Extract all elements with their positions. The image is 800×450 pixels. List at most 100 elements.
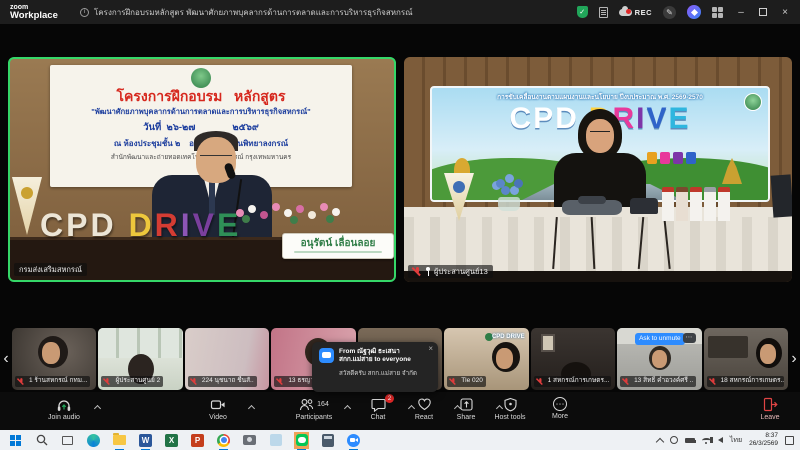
start-button[interactable]	[8, 433, 23, 448]
heart-icon	[417, 397, 432, 412]
muted-mic-icon	[623, 378, 630, 385]
desk-letter: D	[129, 207, 155, 243]
tray-status-icon[interactable]	[670, 436, 678, 444]
muted-mic-icon	[104, 378, 111, 385]
main-video-speaker[interactable]: โครงการฝึกอบรม หลักสูตร "พัฒนาศักยภาพบุค…	[8, 57, 396, 282]
speaker-glasses	[200, 155, 232, 161]
more-button[interactable]: ⋯ More	[532, 397, 588, 420]
join-audio-button[interactable]: Join audio	[36, 397, 92, 421]
headphones-icon	[56, 397, 72, 412]
ellipsis-icon: ⋯	[556, 400, 565, 409]
coordinator-glasses	[590, 131, 610, 136]
camera-app-icon[interactable]	[242, 433, 257, 448]
muted-mic-icon	[710, 378, 717, 385]
banner-letter: I	[636, 102, 646, 135]
video-button[interactable]: Video	[190, 397, 246, 421]
participant-thumbnail[interactable]: CPD DRIVE Tle 020	[444, 328, 528, 390]
minimize-button[interactable]: –	[734, 7, 748, 18]
laptop	[771, 174, 792, 217]
chat-bubble-icon	[319, 348, 334, 363]
main-video-coordinator[interactable]: การขับเคลื่อนงานตามแผนงานและนโยบาย ปีงบป…	[404, 57, 792, 282]
filmstrip-prev-icon[interactable]: ‹	[0, 350, 12, 368]
leave-door-icon	[762, 397, 778, 412]
host-tools-button[interactable]: Host tools	[482, 397, 538, 421]
participants-icon	[299, 397, 314, 412]
participant-thumbnail[interactable]: Ask to unmute ⋯ 13 สิทธิ์ คำอวงค์ศรี ..	[617, 328, 701, 390]
camera-icon	[210, 397, 226, 412]
annotate-pencil-icon[interactable]: ✎	[663, 6, 676, 19]
taskbar-apps: W X P	[8, 433, 361, 448]
banner-letter: D	[555, 102, 579, 135]
zoom-app-icon[interactable]	[346, 433, 361, 448]
language-indicator[interactable]: ไทย	[730, 435, 742, 446]
notes-app-icon[interactable]	[268, 433, 283, 448]
filmstrip-next-icon[interactable]: ›	[788, 350, 800, 368]
participant-thumbnail[interactable]: 224 นุชนาถ ชื่นสั..	[185, 328, 269, 390]
participant-thumbnail[interactable]: ผู้ประสานศูนย์ 2	[98, 328, 182, 390]
notification-center-icon[interactable]	[785, 436, 794, 445]
volume-icon[interactable]	[718, 437, 723, 443]
titlebar-actions: ✓ REC ✎ – ×	[577, 0, 792, 24]
desk-letter: I	[181, 207, 193, 243]
chevron-up-icon[interactable]	[94, 405, 101, 412]
encryption-shield-icon[interactable]: ✓	[577, 6, 588, 18]
taskbar-clock[interactable]: 8:37 26/3/2569	[749, 432, 778, 448]
participant-thumbnail[interactable]: 1 สหกรณ์การเกษตร...	[531, 328, 615, 390]
banner-top-text: การขับเคลื่อนงานตามแผนงานและนโยบาย ปีงบป…	[432, 92, 768, 102]
excel-icon[interactable]: X	[164, 433, 179, 448]
file-explorer-icon[interactable]	[112, 433, 127, 448]
banner-subtitle: "พัฒนาศักยภาพบุคลากรด้านการตลาดและการบริ…	[50, 106, 352, 118]
close-button[interactable]: ×	[778, 7, 792, 18]
banner-letter: E	[669, 102, 691, 135]
muted-mic-icon	[413, 267, 422, 276]
battery-icon[interactable]	[685, 438, 695, 443]
ask-to-unmute-button[interactable]: Ask to unmute	[635, 333, 685, 345]
chrome-icon[interactable]	[216, 433, 231, 448]
muted-mic-icon	[18, 378, 25, 385]
participant-name-label: ผู้ประสานศูนย์13	[408, 265, 493, 278]
zoom-workplace-logo: zoom Workplace	[10, 4, 80, 21]
meeting-stage: โครงการฝึกอบรม หลักสูตร "พัฒนาศักยภาพบุค…	[0, 24, 800, 392]
chat-message-preview: สวัสดีครับ สกก.แม่สาย จำกัด	[339, 368, 431, 378]
leave-button[interactable]: Leave	[742, 397, 798, 421]
desk-letter: R	[155, 207, 181, 243]
edge-icon[interactable]	[86, 433, 101, 448]
blue-flower-decoration	[496, 179, 505, 188]
pin-icon	[425, 267, 431, 276]
info-icon[interactable]: i	[80, 8, 89, 17]
task-view-icon[interactable]	[60, 433, 75, 448]
poster-text: CPD DRIVE	[492, 334, 525, 340]
chat-from-line: From ณัฐวุฒิ ธะเสนา สกก.แม่สาย to everyo…	[339, 348, 431, 364]
word-icon[interactable]: W	[138, 433, 153, 448]
hidden-icons-chevron[interactable]	[656, 437, 664, 445]
meeting-info-doc-icon[interactable]	[599, 7, 608, 18]
rec-label: REC	[635, 8, 652, 17]
desk-letter: P	[66, 207, 90, 243]
participants-button[interactable]: 164 Participants	[286, 397, 342, 421]
ai-companion-icon[interactable]	[687, 5, 701, 19]
date: 26/3/2569	[749, 440, 778, 448]
meeting-controls: Join audio Video 164	[0, 392, 800, 430]
search-icon[interactable]	[34, 433, 49, 448]
chat-notification-popup[interactable]: × From ณัฐวุฒิ ธะเสนา สกก.แม่สาย to ever…	[312, 342, 438, 392]
calculator-icon[interactable]	[320, 433, 335, 448]
meeting-title-bar: i โครงการฝึกอบรมหลักสูตร พัฒนาศักยภาพบุค…	[80, 6, 413, 19]
thumbnail-more-button[interactable]: ⋯	[683, 333, 696, 343]
line-app-icon[interactable]	[294, 433, 309, 448]
share-screen-icon	[459, 397, 474, 412]
desk-letter: C	[40, 207, 66, 243]
popup-close-icon[interactable]: ×	[428, 344, 433, 353]
shield-icon	[503, 397, 518, 412]
meeting-title: โครงการฝึกอบรมหลักสูตร พัฒนาศักยภาพบุคลา…	[94, 6, 413, 19]
telephone	[630, 198, 658, 214]
participant-thumbnail[interactable]: 18 สหกรณ์การเกษตร...	[704, 328, 788, 390]
chevron-up-icon[interactable]	[248, 405, 255, 412]
maximize-button[interactable]	[759, 8, 767, 16]
recording-indicator[interactable]: REC	[619, 8, 652, 17]
apps-grid-icon[interactable]	[712, 7, 723, 18]
participant-thumbnail[interactable]: 1 ร้านสหกรณ์ กทม...	[12, 328, 96, 390]
rec-dot	[626, 9, 631, 14]
coordinator-desk	[404, 207, 792, 271]
banner-letter: P	[533, 102, 555, 135]
powerpoint-icon[interactable]: P	[190, 433, 205, 448]
